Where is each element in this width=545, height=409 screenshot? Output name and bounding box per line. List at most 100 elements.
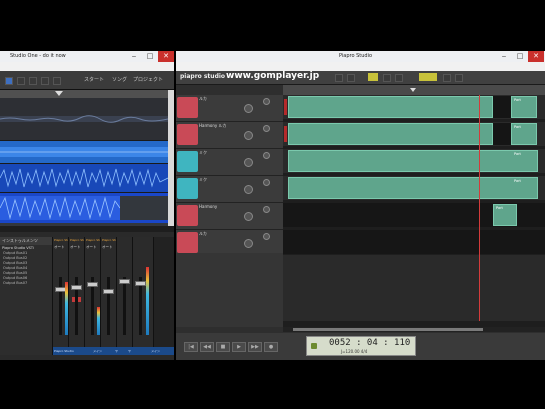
pencil-tool-icon[interactable] (335, 74, 343, 82)
singer-avatar (177, 151, 198, 172)
part-clip[interactable]: Part (511, 123, 537, 145)
loop-icon[interactable] (455, 74, 463, 82)
close-button[interactable]: ✕ (528, 51, 544, 62)
pointer-tool-icon[interactable] (5, 77, 13, 85)
horizontal-scrollbar[interactable] (0, 226, 174, 232)
track-header[interactable]: Harmony ルカ (176, 122, 283, 149)
channel-output-label[interactable]: メイン (93, 349, 102, 353)
range-tool-icon[interactable] (17, 77, 25, 85)
record-button[interactable]: ● (264, 342, 278, 352)
volume-fader[interactable] (103, 289, 114, 294)
red-marker (284, 126, 287, 142)
paint-tool-icon[interactable] (53, 77, 61, 85)
transport-bar: |◀ ◀◀ ■ ▶ ▶▶ ● 0052 : 04 : 110 J=120.00 … (176, 333, 545, 360)
horizontal-scrollbar[interactable] (283, 327, 545, 332)
vertical-scrollbar[interactable] (168, 90, 174, 226)
track-lane: Part (283, 95, 545, 119)
scroll-thumb[interactable] (293, 328, 483, 331)
arrange-view[interactable] (0, 98, 169, 226)
pan-knob[interactable] (263, 125, 270, 132)
automation-label[interactable]: オート (70, 245, 81, 250)
studio-one-titlebar: Studio One - do it now ‒ □ ✕ (0, 51, 174, 62)
rewind-button[interactable]: ◀◀ (200, 342, 214, 352)
volume-knob[interactable] (244, 104, 253, 113)
red-marker (284, 99, 287, 115)
channel-output-label[interactable]: ヤ (128, 349, 131, 353)
channel-name: Piapro Studio (70, 238, 84, 242)
pan-knob[interactable] (263, 206, 270, 213)
maximize-button[interactable]: □ (512, 51, 528, 62)
volume-fader[interactable] (71, 285, 82, 290)
eraser-tool-icon[interactable] (41, 77, 49, 85)
part-clip[interactable] (288, 123, 493, 145)
mixer-channel: Piapro Studio オート (101, 237, 117, 355)
split-tool-icon[interactable] (29, 77, 37, 85)
volume-fader[interactable] (119, 279, 130, 284)
channel-output-label[interactable]: メイン (151, 349, 160, 353)
channel-output-label[interactable]: Piapro Studio (54, 349, 74, 353)
automation-label[interactable]: オート (54, 245, 65, 250)
waveform-graphic (0, 115, 169, 123)
playhead[interactable] (479, 95, 480, 321)
volume-knob[interactable] (244, 239, 253, 248)
volume-fader[interactable] (87, 282, 98, 287)
audio-track (0, 193, 168, 223)
channel-name: Piapro Studio (86, 238, 100, 242)
forward-button[interactable]: ▶▶ (248, 342, 262, 352)
list-item[interactable]: Output Bus07 (3, 281, 52, 286)
volume-knob[interactable] (244, 131, 253, 140)
quantize-button[interactable] (419, 73, 437, 81)
marker-icon[interactable] (410, 88, 416, 92)
part-clip[interactable]: Part (493, 204, 517, 226)
project-button[interactable]: プロジェクト (133, 76, 163, 83)
start-button[interactable]: スタート (84, 76, 104, 83)
main-volume-fader[interactable] (135, 281, 146, 286)
position-readout: 0052 : 04 : 110 (329, 338, 411, 348)
line-tool-icon[interactable] (347, 74, 355, 82)
part-clip[interactable]: Part (288, 177, 538, 199)
volume-knob[interactable] (244, 185, 253, 194)
volume-knob[interactable] (244, 158, 253, 167)
grid-icon[interactable] (383, 74, 391, 82)
pan-knob[interactable] (263, 233, 270, 240)
pan-knob[interactable] (263, 98, 270, 105)
stop-button[interactable]: ■ (216, 342, 230, 352)
pan-knob[interactable] (263, 179, 270, 186)
pan-knob[interactable] (263, 152, 270, 159)
track-header[interactable]: Harmony (176, 203, 283, 230)
track-header[interactable]: ミク (176, 176, 283, 203)
volume-knob[interactable] (244, 212, 253, 221)
song-button[interactable]: ソング (112, 76, 127, 83)
waveform-graphic (0, 168, 169, 188)
mode-button[interactable] (368, 73, 378, 81)
singer-avatar (177, 124, 198, 145)
singer-avatar (177, 97, 198, 118)
rewind-start-button[interactable]: |◀ (184, 342, 198, 352)
automation-label[interactable]: オート (102, 245, 113, 250)
mixer-channel: Piapro Studio オート (53, 237, 69, 355)
instrument-panel: インストゥルメンツ Piapro Studio VSTi Output Bus0… (0, 237, 53, 355)
level-meter (65, 282, 68, 335)
part-clip[interactable]: Part (288, 150, 538, 172)
zoom-icon[interactable] (395, 74, 403, 82)
arrange-ruler[interactable] (0, 90, 168, 98)
piapro-titlebar: Piapro Studio ‒ □ ✕ (176, 51, 545, 62)
automation-label[interactable]: オート (86, 245, 97, 250)
part-clip[interactable] (288, 96, 493, 118)
play-button[interactable]: ▶ (232, 342, 246, 352)
close-button[interactable]: ✕ (158, 51, 174, 62)
track-name: ミク (199, 177, 207, 182)
snap-icon[interactable] (443, 74, 451, 82)
track-lane: Part (283, 203, 545, 227)
channel-output-label[interactable]: ヤ (115, 349, 118, 353)
minimize-button[interactable]: ‒ (496, 51, 512, 62)
minimize-button[interactable]: ‒ (126, 51, 142, 62)
loop-marker-icon[interactable] (55, 91, 63, 96)
track-lane: Part (283, 149, 545, 173)
part-clip[interactable]: Part (511, 96, 537, 118)
arrange-lanes[interactable]: Part Part Part Part Part (283, 95, 545, 327)
maximize-button[interactable]: □ (142, 51, 158, 62)
metronome-icon[interactable] (311, 343, 317, 349)
track-header[interactable]: ルカ (176, 95, 283, 122)
track-header[interactable]: ミク (176, 149, 283, 176)
